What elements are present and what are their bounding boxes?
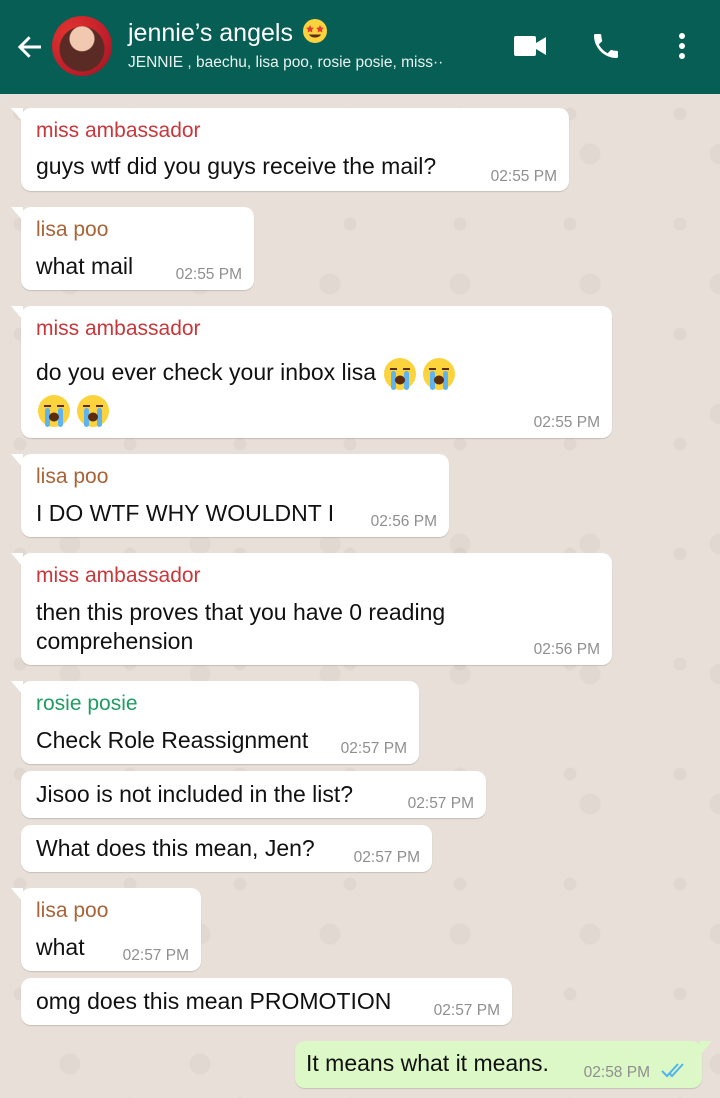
more-vert-icon[interactable] bbox=[662, 26, 702, 66]
message-time: 02:58 PM bbox=[583, 1064, 650, 1081]
message-bubble[interactable]: omg does this mean PROMOTION 02:57 PM bbox=[21, 978, 512, 1025]
loudly-crying-face-emoji bbox=[77, 395, 109, 427]
message-time: 02:57 PM bbox=[353, 849, 420, 866]
loudly-crying-face-emoji bbox=[423, 358, 456, 390]
message-time: 02:57 PM bbox=[340, 740, 407, 757]
message-time: 02:56 PM bbox=[533, 641, 600, 658]
message-time: 02:55 PM bbox=[533, 414, 600, 431]
message-bubble[interactable]: Jisoo is not included in the list? 02:57… bbox=[21, 771, 486, 818]
message-time: 02:57 PM bbox=[407, 795, 474, 812]
message-time: 02:57 PM bbox=[122, 947, 189, 964]
read-double-check-icon bbox=[661, 1063, 684, 1078]
page-title: jennie’s angels bbox=[128, 18, 488, 48]
message-bubble[interactable]: miss ambassador do you ever check your i… bbox=[11, 306, 612, 438]
message-text: what bbox=[36, 934, 85, 960]
message-text: guys wtf did you guys receive the mail? bbox=[36, 153, 437, 179]
message-text: I DO WTF WHY WOULDNT I bbox=[36, 500, 335, 526]
sender-name: miss ambassador bbox=[36, 119, 201, 142]
message-text: Jisoo is not included in the list? bbox=[36, 781, 354, 807]
message-time: 02:56 PM bbox=[370, 513, 437, 530]
sender-name: rosie posie bbox=[36, 692, 138, 715]
group-members-subtitle: JENNIE , baechu, lisa poo, rosie posie, … bbox=[128, 54, 444, 71]
loudly-crying-face-emoji bbox=[384, 358, 417, 390]
message-text: Check Role Reassignment bbox=[36, 727, 309, 753]
sender-name: lisa poo bbox=[36, 899, 109, 922]
message-text: What does this mean, Jen? bbox=[36, 835, 315, 861]
message-text: It means what it means. bbox=[306, 1050, 549, 1076]
message-bubble[interactable]: lisa poo I DO WTF WHY WOULDNT I 02:56 PM bbox=[11, 454, 449, 537]
message-bubble[interactable]: What does this mean, Jen? 02:57 PM bbox=[21, 825, 432, 872]
phone-icon[interactable] bbox=[586, 26, 626, 66]
chat-header: jennie’s angels JENNIE , baechu, lisa po… bbox=[0, 0, 720, 94]
group-avatar[interactable] bbox=[52, 16, 112, 76]
message-time: 02:55 PM bbox=[175, 266, 242, 283]
sender-name: miss ambassador bbox=[36, 317, 201, 340]
message-time: 02:55 PM bbox=[490, 168, 557, 185]
back-arrow-icon[interactable] bbox=[10, 27, 50, 67]
video-call-icon[interactable] bbox=[510, 26, 550, 66]
star-struck-emoji bbox=[302, 19, 327, 43]
message-emoji-line bbox=[36, 393, 114, 429]
message-bubble[interactable]: lisa poo what mail 02:55 PM bbox=[11, 207, 254, 290]
sender-name: lisa poo bbox=[36, 218, 109, 241]
message-text: do you ever check your inbox lisa bbox=[36, 356, 460, 392]
outgoing-message-bubble[interactable]: It means what it means. 02:58 PM bbox=[295, 1041, 712, 1088]
message-time: 02:57 PM bbox=[433, 1002, 500, 1019]
message-text: what mail bbox=[36, 253, 134, 279]
sender-name: miss ambassador bbox=[36, 564, 201, 587]
message-text: then this proves that you have 0 reading bbox=[36, 599, 446, 625]
message-bubble[interactable]: lisa poo what 02:57 PM bbox=[11, 888, 201, 971]
chat-title-area[interactable]: jennie’s angels JENNIE , baechu, lisa po… bbox=[128, 18, 488, 74]
message-text: comprehension bbox=[36, 628, 194, 654]
message-bubble[interactable]: rosie posie Check Role Reassignment 02:5… bbox=[11, 681, 419, 764]
message-bubble[interactable]: miss ambassador then this proves that yo… bbox=[11, 553, 612, 665]
sender-name: lisa poo bbox=[36, 465, 109, 488]
loudly-crying-face-emoji bbox=[38, 395, 70, 427]
message-bubble[interactable]: miss ambassador guys wtf did you guys re… bbox=[11, 108, 569, 191]
message-text: omg does this mean PROMOTION bbox=[36, 988, 392, 1014]
